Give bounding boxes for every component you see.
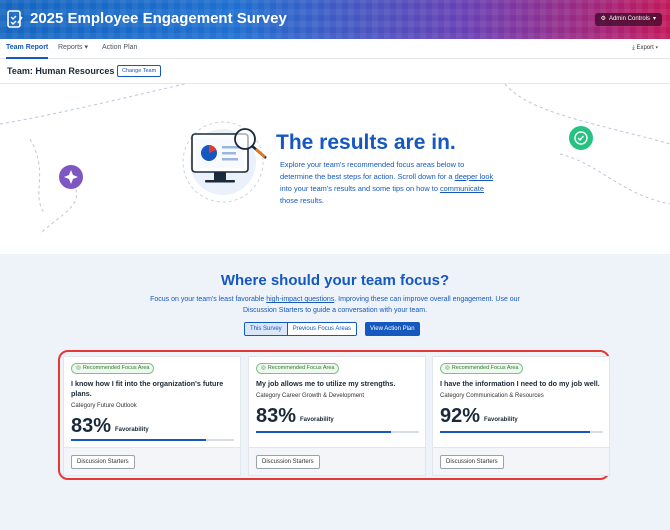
card-footer: Discussion Starters bbox=[249, 447, 425, 475]
card-question: I know how I fit into the organization's… bbox=[71, 379, 224, 398]
results-text-part-3: those results. bbox=[280, 196, 324, 205]
gear-icon: ⚙ bbox=[600, 16, 606, 22]
change-team-button[interactable]: Change Team bbox=[117, 65, 162, 77]
focus-desc-part-1: Focus on your team's least favorable bbox=[150, 296, 267, 303]
nav-reports-label: Reports bbox=[58, 44, 83, 51]
badge-label: Recommended Focus Area bbox=[267, 365, 335, 371]
card-favorability-label: Favorability bbox=[115, 427, 149, 433]
card-favorability-label: Favorability bbox=[484, 417, 518, 423]
export-label: Export bbox=[636, 45, 654, 51]
nav-team-report[interactable]: Team Report bbox=[6, 39, 49, 59]
results-description: Explore your team's recommended focus ar… bbox=[280, 159, 495, 207]
card-footer: Discussion Starters bbox=[433, 447, 609, 475]
focus-cards-highlight: ◎ Recommended Focus Area I know how I fi… bbox=[58, 350, 610, 480]
admin-controls-label: Admin Controls bbox=[608, 16, 650, 22]
deeper-look-link[interactable]: deeper look bbox=[455, 172, 494, 181]
focus-card: ◎ Recommended Focus Area I have the info… bbox=[432, 356, 610, 476]
nav-reports[interactable]: Reports ▾ bbox=[58, 39, 88, 59]
card-percent: 83% bbox=[71, 415, 112, 437]
card-percent: 92% bbox=[440, 405, 481, 427]
focus-card: ◎ Recommended Focus Area I know how I fi… bbox=[63, 356, 241, 476]
header-banner: 2025 Employee Engagement Survey ⚙ Admin … bbox=[0, 0, 670, 39]
focus-title: Where should your team focus? bbox=[220, 272, 450, 289]
recommended-badge: ◎ Recommended Focus Area bbox=[440, 363, 524, 374]
favorability-bar bbox=[71, 439, 234, 441]
favorability-bar-fill bbox=[440, 431, 590, 433]
target-icon: ◎ bbox=[445, 365, 450, 371]
team-row: Team: Human Resources Change Team bbox=[0, 59, 670, 84]
chevron-down-icon: ▾ bbox=[652, 16, 656, 22]
survey-checklist-icon bbox=[7, 10, 23, 28]
recommended-badge: ◎ Recommended Focus Area bbox=[71, 363, 155, 374]
focus-section: Where should your team focus? Focus on y… bbox=[0, 254, 670, 530]
discussion-starters-button[interactable]: Discussion Starters bbox=[71, 455, 135, 469]
card-category: Category Career Growth & Development bbox=[256, 393, 365, 399]
admin-controls-button[interactable]: ⚙ Admin Controls ▾ bbox=[594, 13, 662, 26]
focus-card: ◎ Recommended Focus Area My job allows m… bbox=[248, 356, 426, 476]
team-title: Team: Human Resources bbox=[7, 66, 115, 76]
chevron-down-icon: ▾ bbox=[655, 45, 658, 51]
communicate-link[interactable]: communicate bbox=[440, 184, 484, 193]
card-footer: Discussion Starters bbox=[64, 447, 240, 475]
tab-previous-focus-areas[interactable]: Previous Focus Areas bbox=[286, 323, 357, 335]
view-action-plan-button[interactable]: View Action Plan bbox=[365, 322, 420, 336]
nav-action-plan[interactable]: Action Plan bbox=[102, 39, 137, 59]
survey-toggle: This Survey Previous Focus Areas bbox=[244, 322, 358, 336]
chevron-down-icon: ▾ bbox=[84, 44, 88, 51]
discussion-starters-button[interactable]: Discussion Starters bbox=[440, 455, 504, 469]
download-icon: ⤓ bbox=[632, 45, 635, 51]
card-favorability-label: Favorability bbox=[300, 417, 334, 423]
high-impact-questions-link[interactable]: high-impact questions bbox=[266, 296, 334, 303]
favorability-bar bbox=[256, 431, 419, 433]
card-category: Category Future Outlook bbox=[71, 403, 137, 409]
results-hero: The results are in. Explore your team's … bbox=[0, 84, 670, 254]
card-question: I have the information I need to do my j… bbox=[440, 379, 600, 388]
tab-this-survey[interactable]: This Survey bbox=[245, 323, 287, 335]
badge-label: Recommended Focus Area bbox=[82, 365, 150, 371]
card-question: My job allows me to utilize my strengths… bbox=[256, 379, 396, 388]
focus-description: Focus on your team's least favorable hig… bbox=[135, 294, 535, 316]
recommended-badge: ◎ Recommended Focus Area bbox=[256, 363, 340, 374]
card-percent: 83% bbox=[256, 405, 297, 427]
favorability-bar-fill bbox=[71, 439, 207, 441]
results-text-part-1: Explore your team's recommended focus ar… bbox=[280, 160, 465, 181]
results-text-part-2: into your team's results and some tips o… bbox=[280, 184, 440, 193]
results-title: The results are in. bbox=[276, 131, 456, 154]
discussion-starters-button[interactable]: Discussion Starters bbox=[256, 455, 320, 469]
target-icon: ◎ bbox=[76, 365, 81, 371]
favorability-bar-fill bbox=[256, 431, 392, 433]
badge-label: Recommended Focus Area bbox=[451, 365, 519, 371]
survey-title: 2025 Employee Engagement Survey bbox=[30, 10, 287, 27]
top-nav: Team Report Reports ▾ Action Plan ⤓ Expo… bbox=[0, 39, 670, 59]
target-icon: ◎ bbox=[261, 365, 266, 371]
favorability-bar bbox=[440, 431, 603, 433]
card-category: Category Communication & Resources bbox=[440, 393, 544, 399]
export-button[interactable]: ⤓ Export ▾ bbox=[632, 39, 658, 59]
